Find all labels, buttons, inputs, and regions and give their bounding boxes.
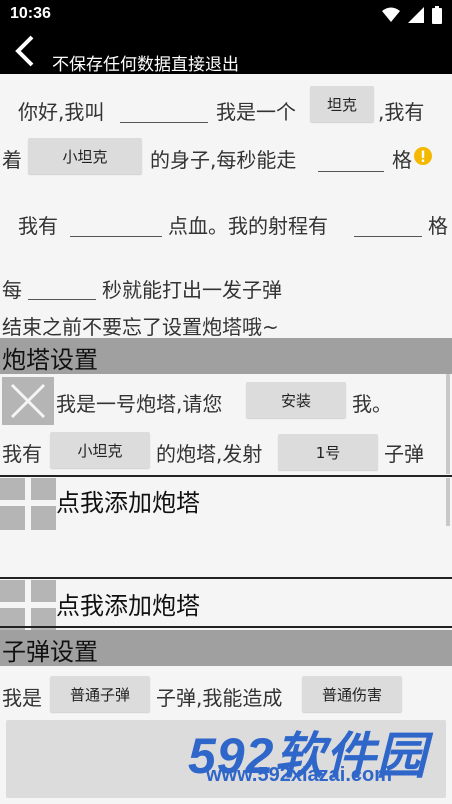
toolbar-title: 不保存任何数据直接退出 [52,55,239,75]
add-turret-button[interactable] [0,478,56,530]
turret1-intro: 我是一号炮塔,请您 [56,392,223,416]
add-turret-label[interactable]: 点我添加炮塔 [56,586,200,621]
bullet-type-button[interactable]: 普通子弹 [50,676,150,712]
text-iam: 我是一个 [216,100,296,124]
back-arrow-icon[interactable] [10,34,40,68]
text-ihave: ,我有 [378,100,425,124]
divider [0,475,452,477]
text-hello: 你好,我叫 [18,100,105,124]
damage-type-button[interactable]: 普通伤害 [302,676,402,712]
speed-input[interactable] [318,170,384,172]
close-icon [10,383,46,419]
warning-icon[interactable] [414,147,432,165]
text-seconds: 秒就能打出一发子弹 [102,278,282,302]
turret-section-title: 炮塔设置 [2,346,98,374]
divider [0,577,452,579]
range-input[interactable] [354,235,422,237]
body-type-button[interactable]: 小坦克 [28,138,142,174]
battery-icon [432,6,442,24]
toolbar: 不保存任何数据直接退出 [0,30,452,75]
install-button[interactable]: 安装 [246,382,346,418]
turret1-bullet: 子弹 [384,442,424,466]
watermark-url: www.592xiazai.com [206,764,393,786]
status-bar: 10:36 [0,0,452,30]
add-turret-scrollbar[interactable] [446,478,450,526]
bullet-section-header: 子弹设置 [0,630,452,666]
add-turret-label[interactable]: 点我添加炮塔 [56,483,200,518]
name-input[interactable] [120,121,208,123]
status-time: 10:36 [10,5,51,22]
remove-turret-button[interactable] [2,377,54,425]
turret1-launch: 的炮塔,发射 [156,442,263,466]
text-body: 的身子,每秒能走 [150,148,297,172]
text-ge2: 格 [428,214,448,238]
reminder-text: 结束之前不要忘了设置炮塔哦~ [2,315,279,339]
text-ge1: 格 [392,148,412,172]
divider [0,626,452,628]
bullet-section-title: 子弹设置 [2,638,98,666]
hp-input[interactable] [70,235,162,237]
text-youhave: 我有 [18,214,58,238]
watermark: 592软件园 www.592xiazai.com [188,718,452,804]
turret-scrollbar[interactable] [446,374,450,474]
status-icons [382,6,442,24]
wifi-icon [382,7,400,22]
turret1-me: 我。 [352,392,392,416]
text-every: 每 [2,278,22,302]
bullet-cause: 子弹,我能造成 [156,686,283,710]
text-hp: 点血。我的射程有 [168,214,328,238]
turret-section-header: 炮塔设置 [0,338,452,374]
text-zhe: 着 [2,148,22,172]
bullet-iam: 我是 [2,686,42,710]
unit-type-button[interactable]: 坦克 [310,86,374,122]
turret-type-button[interactable]: 小坦克 [50,432,150,468]
turret1-ihave: 我有 [2,442,42,466]
bullet-select-button[interactable]: 1号 [278,434,378,470]
signal-icon [408,7,424,23]
add-turret-button[interactable] [0,580,56,632]
fire-interval-input[interactable] [28,298,96,300]
